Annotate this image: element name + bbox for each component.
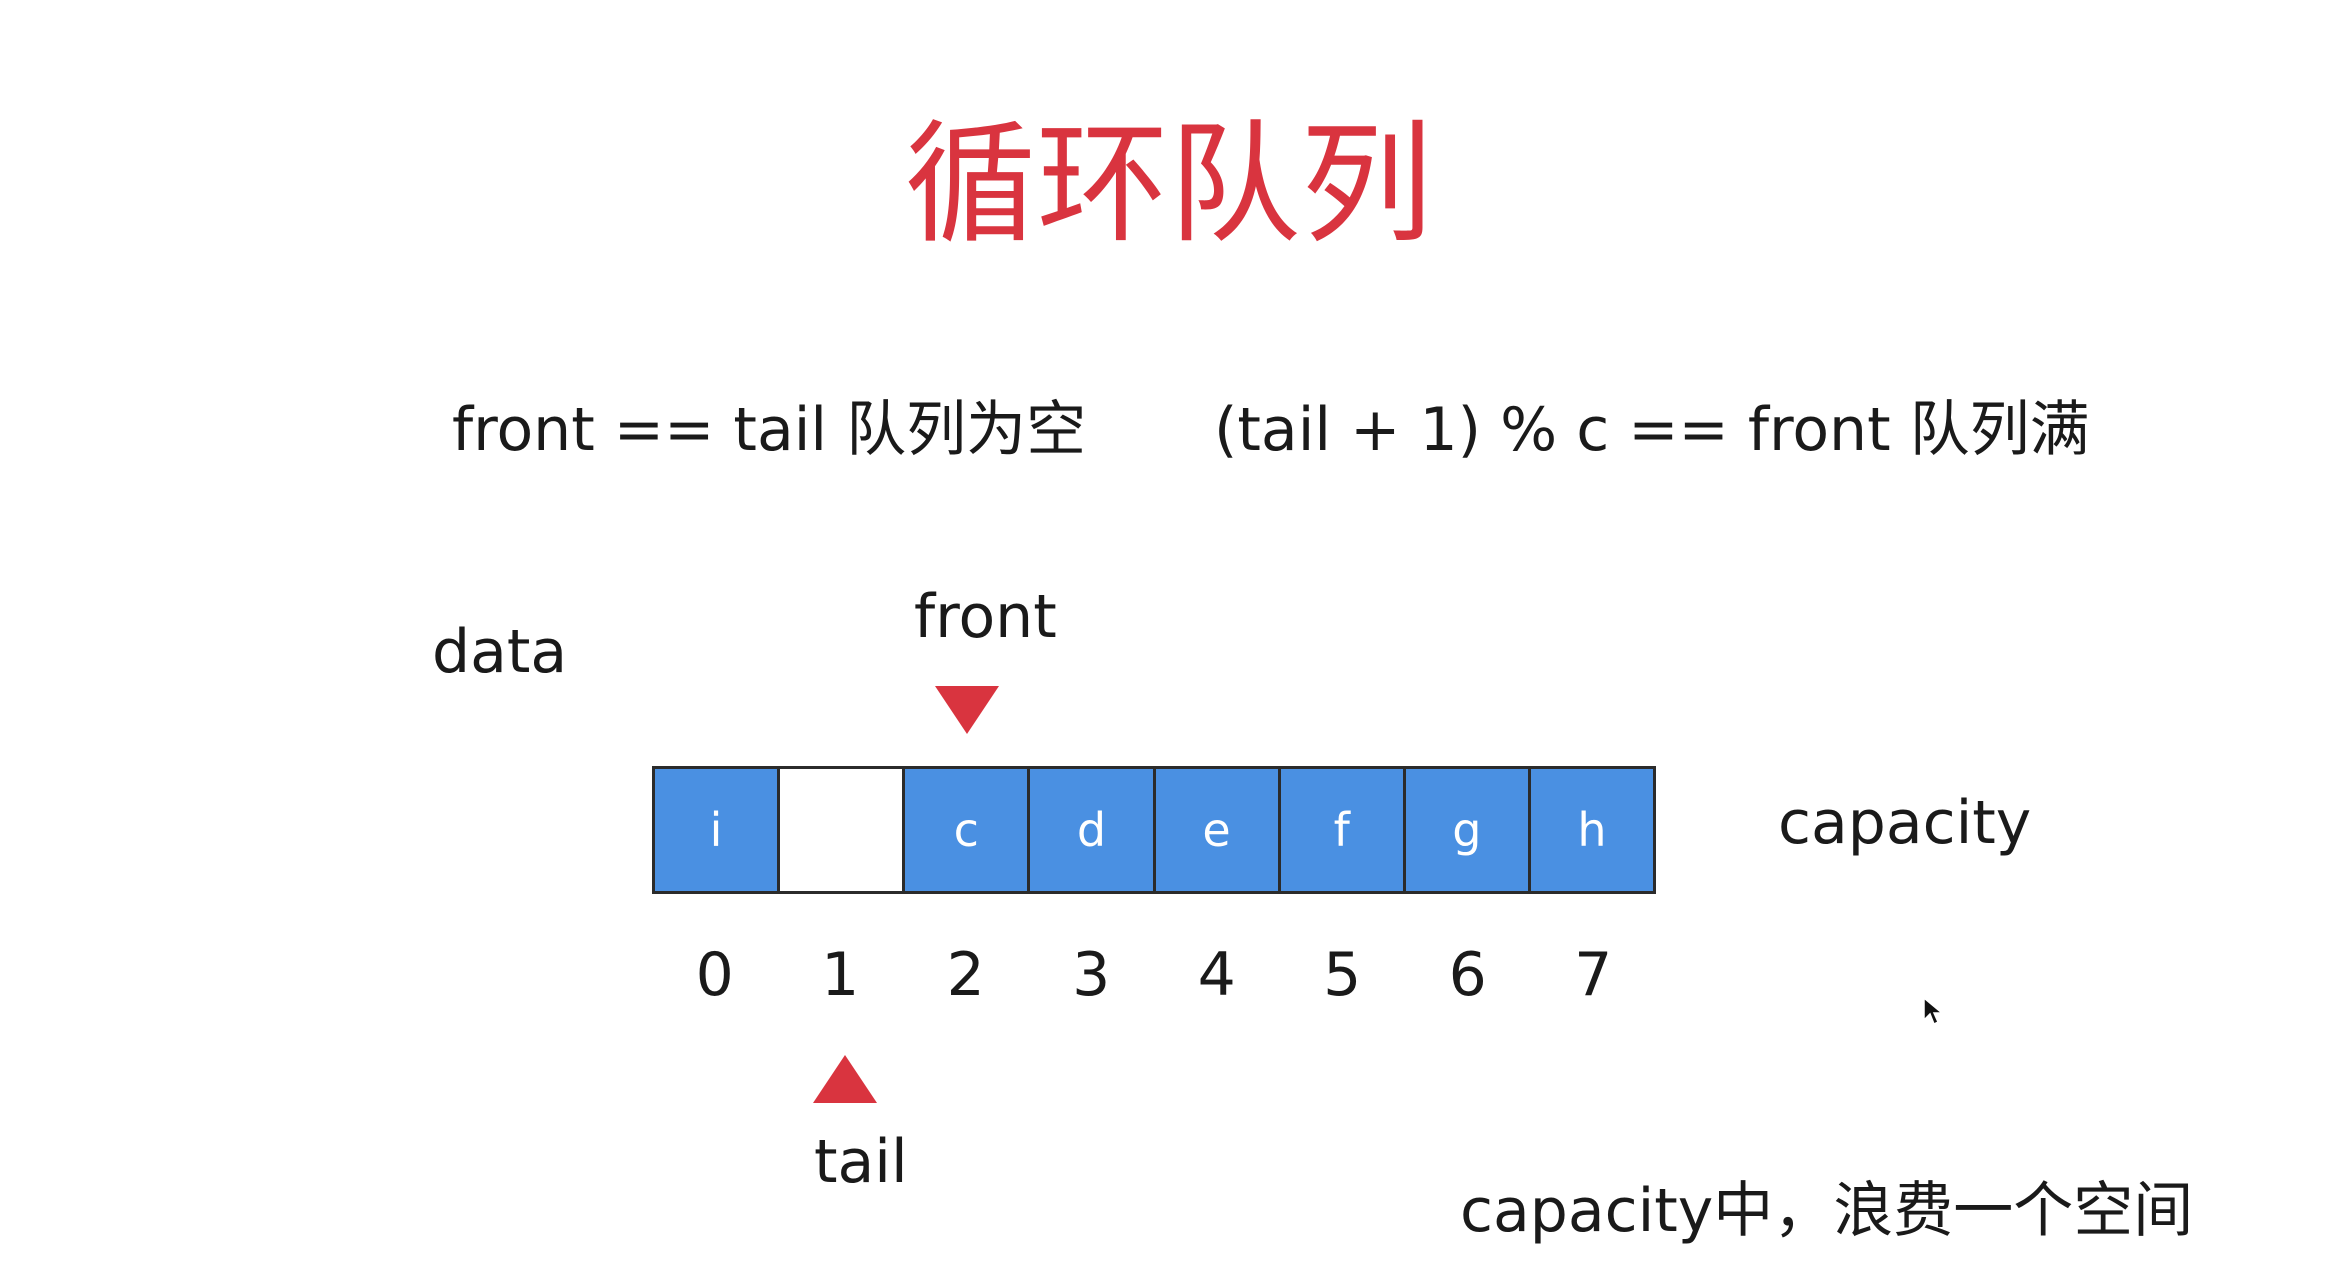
queue-cell-4: e — [1155, 769, 1281, 891]
front-pointer-icon — [935, 686, 999, 734]
full-condition: (tail + 1) % c == front 队列满 — [1214, 395, 2090, 465]
index-4: 4 — [1197, 940, 1236, 1010]
empty-condition: front == tail 队列为空 — [452, 395, 1087, 465]
slide-title: 循环队列 — [904, 108, 1433, 262]
queue-cell-0: i — [655, 769, 781, 891]
capacity-label: capacity — [1778, 788, 2032, 858]
queue-cell-6: g — [1405, 769, 1531, 891]
index-row: 0 1 2 3 4 5 6 7 — [652, 940, 1656, 1010]
queue-cell-1 — [780, 769, 906, 891]
queue-array: i c d e f g h — [652, 766, 1656, 894]
index-7: 7 — [1574, 940, 1613, 1010]
capacity-note: capacity中，浪费一个空间 — [1460, 1176, 2194, 1246]
index-5: 5 — [1323, 940, 1362, 1010]
index-6: 6 — [1448, 940, 1487, 1010]
queue-cell-3: d — [1030, 769, 1156, 891]
tail-label: tail — [814, 1127, 908, 1197]
queue-cell-2: c — [905, 769, 1031, 891]
tail-pointer-icon — [813, 1055, 877, 1103]
index-3: 3 — [1072, 940, 1111, 1010]
queue-cell-7: h — [1530, 769, 1653, 891]
queue-cell-5: f — [1280, 769, 1406, 891]
front-label: front — [914, 582, 1057, 652]
index-1: 1 — [821, 940, 860, 1010]
index-0: 0 — [695, 940, 734, 1010]
index-2: 2 — [946, 940, 985, 1010]
mouse-cursor-icon — [1923, 996, 1944, 1026]
data-label: data — [432, 617, 568, 687]
